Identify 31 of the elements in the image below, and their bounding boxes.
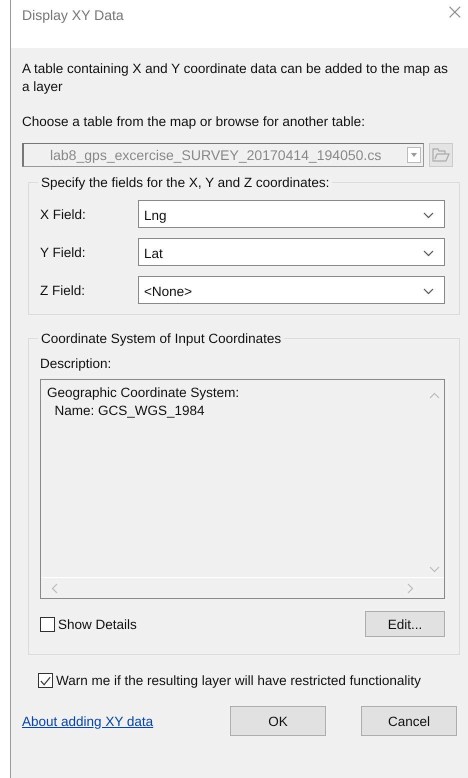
field-dropdown[interactable]: <None> xyxy=(138,276,445,304)
table-prompt: Choose a table from the map or browse for another table: xyxy=(22,114,366,129)
field-label: Y Field: xyxy=(40,244,87,260)
chevron-down-icon xyxy=(423,288,434,294)
close-button[interactable]: × xyxy=(442,0,468,26)
edit-button[interactable]: Edit... xyxy=(365,611,445,637)
chevron-down-icon[interactable] xyxy=(428,566,440,573)
intro-text: A table containing X and Y coordinate data can be added to the map as a layer xyxy=(22,60,448,96)
chevron-down-icon xyxy=(423,212,434,218)
field-dropdown[interactable]: Lng xyxy=(138,200,445,228)
field-dropdown[interactable]: Lat xyxy=(138,238,445,266)
ok-button[interactable]: OK xyxy=(230,706,326,736)
field-label: X Field: xyxy=(40,206,87,222)
chevron-up-icon[interactable] xyxy=(428,392,440,399)
description-text: Name: GCS_WGS_1984 xyxy=(54,402,206,420)
group-title: Coordinate System of Input Coordinates xyxy=(40,331,282,346)
cancel-button[interactable]: Cancel xyxy=(361,706,457,736)
field-label: Z Field: xyxy=(40,282,86,298)
description-label: Description: xyxy=(40,356,112,371)
folder-icon xyxy=(432,147,450,163)
window-title: Display XY Data xyxy=(22,7,124,23)
checkbox-label: Warn me if the resulting layer will have restricted functionality xyxy=(56,673,421,688)
description-text: Geographic Coordinate System: xyxy=(47,384,240,402)
checkbox[interactable] xyxy=(38,673,53,688)
checkbox-label: Show Details xyxy=(58,616,137,632)
chevron-down-icon xyxy=(423,250,434,256)
chevron-right-icon[interactable] xyxy=(407,582,414,594)
chevron-left-icon[interactable] xyxy=(51,582,58,594)
help-link[interactable]: About adding XY data xyxy=(22,714,230,728)
checkbox[interactable] xyxy=(40,616,55,632)
group-title: Specify the fields for the X, Y and Z coordinates: xyxy=(40,175,330,190)
